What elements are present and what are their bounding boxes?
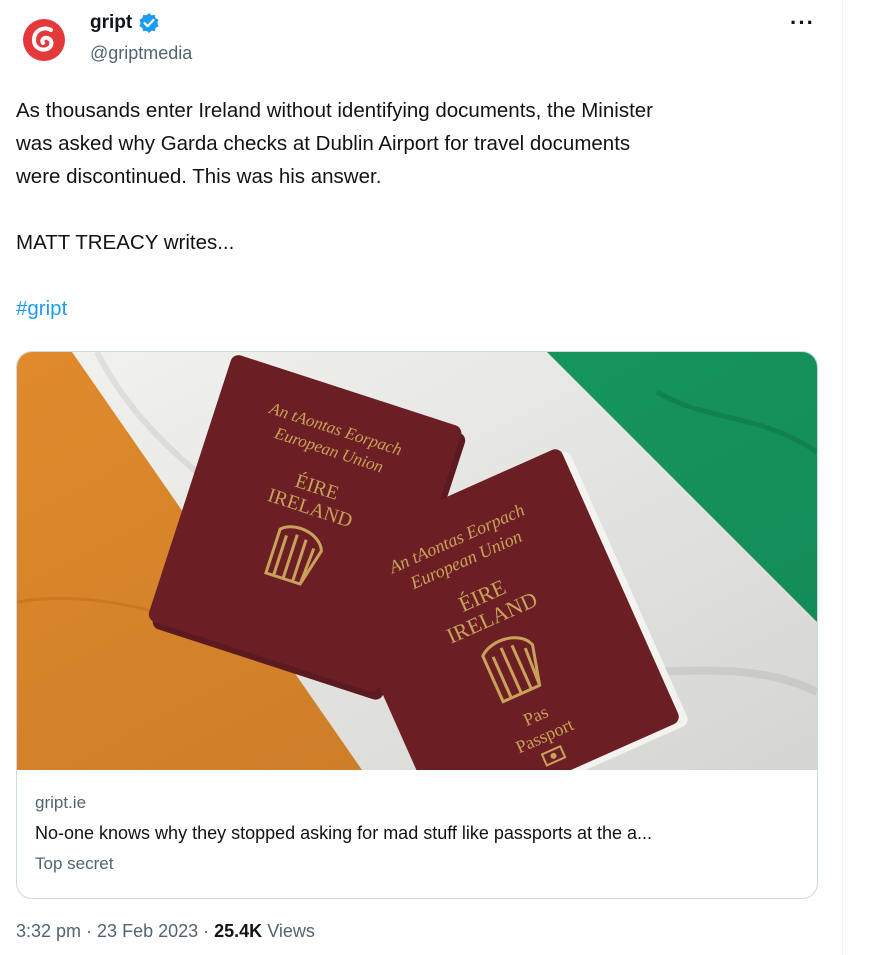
tweet-text-line: were discontinued. This was his answer. [16, 165, 382, 188]
column-divider [842, 0, 843, 955]
author-handle[interactable]: @griptmedia [90, 43, 192, 64]
more-options-icon[interactable]: ··· [790, 10, 815, 36]
card-image[interactable]: An tAontas Eorpach European Union ÉIRE I… [17, 352, 817, 770]
gript-logo-icon [23, 19, 65, 61]
views-label[interactable]: Views [262, 921, 315, 941]
tweet-time[interactable]: 3:32 pm [16, 921, 81, 941]
hashtag-link[interactable]: #gript [16, 297, 67, 320]
tweet-date[interactable]: 23 Feb 2023 [97, 921, 198, 941]
verified-badge-icon[interactable] [138, 12, 160, 34]
author-display-name[interactable]: gript [90, 12, 132, 34]
card-title[interactable]: No-one knows why they stopped asking for… [35, 818, 799, 849]
author-name-row: gript [90, 12, 160, 34]
tweet-byline: MATT TREACY writes... [16, 231, 235, 254]
tweet-footer: 3:32 pm · 23 Feb 2023 · 25.4K Views [16, 921, 315, 942]
card-meta[interactable]: gript.ie No-one knows why they stopped a… [35, 788, 799, 879]
card-domain[interactable]: gript.ie [35, 788, 799, 818]
footer-separator: · [198, 921, 215, 941]
footer-separator: · [81, 921, 98, 941]
tweet-text-line: was asked why Garda checks at Dublin Air… [16, 132, 631, 155]
avatar[interactable] [18, 14, 70, 66]
card-description[interactable]: Top secret [35, 849, 799, 879]
tweet-text-line: As thousands enter Ireland without ident… [16, 99, 653, 122]
tweet-text: As thousands enter Ireland without ident… [16, 94, 816, 325]
link-card[interactable]: An tAontas Eorpach European Union ÉIRE I… [16, 351, 818, 899]
views-count[interactable]: 25.4K [214, 921, 262, 941]
